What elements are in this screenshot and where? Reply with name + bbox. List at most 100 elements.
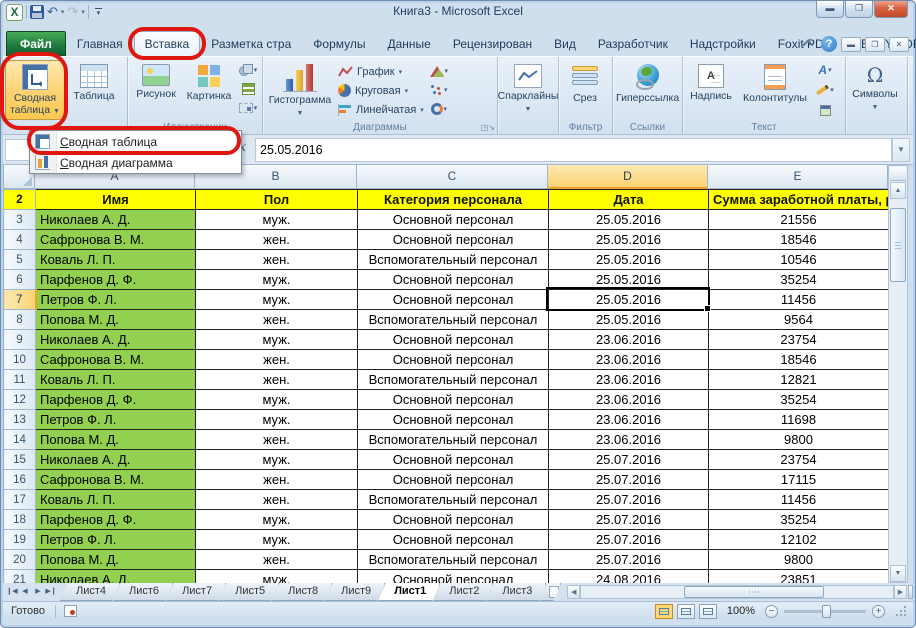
grid-cell[interactable]: муж. [196, 530, 358, 550]
grid-cell[interactable]: Основной персонал [358, 570, 549, 584]
zoom-level[interactable]: 100% [721, 605, 761, 617]
signature-line-button[interactable]: ▾ [813, 81, 837, 99]
grid-cell[interactable]: муж. [196, 510, 358, 530]
workbook-restore-button[interactable]: ❐ [865, 37, 885, 52]
grid-cell[interactable]: Сафронова В. М. [36, 350, 196, 370]
grid-cell[interactable]: муж. [196, 410, 358, 430]
picture-button[interactable]: Рисунок [130, 60, 182, 120]
histogram-button[interactable]: Гистограмма▼ [265, 60, 335, 120]
grid-cell[interactable]: Попова М. Д. [36, 430, 196, 450]
scroll-up-icon[interactable]: ▲ [890, 182, 906, 199]
sheet-tab-Лист3[interactable]: Лист3 [486, 583, 546, 601]
row-header-2[interactable]: 2 [4, 190, 36, 210]
grid-cell[interactable]: 25.07.2016 [549, 470, 709, 490]
grid-cell[interactable]: жен. [196, 370, 358, 390]
sheet-tab-Лист7[interactable]: Лист7 [166, 583, 226, 601]
grid-cell[interactable]: Вспомогательный персонал [358, 370, 549, 390]
row-header-10[interactable]: 10 [4, 350, 36, 370]
scatter-chart-button[interactable]: ▾ [427, 81, 451, 99]
grid-cell[interactable]: Петров Ф. Л. [36, 530, 196, 550]
grid-cell[interactable]: 23754 [709, 330, 889, 350]
sheet-tab-Лист6[interactable]: Лист6 [113, 583, 173, 601]
grid-cell[interactable]: Вспомогательный персонал [358, 550, 549, 570]
menu-item-pivot-table[interactable]: Сводная таблица [30, 131, 241, 152]
prev-sheet-icon[interactable]: ◀ [19, 585, 31, 599]
grid-cell[interactable]: Основной персонал [358, 230, 549, 250]
grid-cell[interactable]: Парфенов Д. Ф. [36, 390, 196, 410]
grid-cell[interactable]: Основной персонал [358, 530, 549, 550]
grid-cell[interactable]: 25.05.2016 [549, 250, 709, 270]
row-header-8[interactable]: 8 [4, 310, 36, 330]
tab-splitter-handle[interactable] [908, 585, 913, 599]
last-sheet-icon[interactable]: ▶❙ [45, 585, 57, 599]
horizontal-scroll-thumb[interactable] [684, 586, 824, 598]
grid-cell[interactable]: 25.07.2016 [549, 550, 709, 570]
row-header-4[interactable]: 4 [4, 230, 36, 250]
grid-cell[interactable]: 35254 [709, 390, 889, 410]
grid-cell[interactable]: Сафронова В. М. [36, 470, 196, 490]
grid-cell[interactable]: Основной персонал [358, 410, 549, 430]
scroll-left-icon[interactable]: ◀ [567, 585, 580, 599]
grid-cell[interactable]: Основной персонал [358, 330, 549, 350]
vertical-scroll-thumb[interactable] [890, 208, 906, 282]
grid-cell[interactable]: 9800 [709, 550, 889, 570]
vertical-scrollbar[interactable]: ▲ ▼ [888, 165, 908, 583]
grid-cell[interactable]: жен. [196, 470, 358, 490]
grid-cell[interactable]: 11456 [709, 490, 889, 510]
grid-cell[interactable]: 25.07.2016 [549, 450, 709, 470]
sheet-tab-Лист8[interactable]: Лист8 [272, 583, 332, 601]
grid-cell[interactable]: Парфенов Д. Ф. [36, 510, 196, 530]
grid-cell[interactable]: 23851 [709, 570, 889, 584]
hyperlink-button[interactable]: Гиперссылка [615, 60, 680, 120]
grid-cell[interactable]: 11698 [709, 410, 889, 430]
row-header-21[interactable]: 21 [4, 570, 36, 584]
shapes-button[interactable]: ▾ [236, 61, 260, 79]
close-button[interactable]: ✕ [874, 1, 908, 18]
smartart-button[interactable] [236, 80, 260, 98]
formula-input[interactable]: 25.05.2016 [255, 138, 892, 162]
grid-cell[interactable]: муж. [196, 330, 358, 350]
grid-cell[interactable]: 10546 [709, 250, 889, 270]
slicer-button[interactable]: Срез [561, 60, 609, 120]
grid-cell[interactable]: Основной персонал [358, 510, 549, 530]
row-header-9[interactable]: 9 [4, 330, 36, 350]
grid-cell[interactable]: Парфенов Д. Ф. [36, 270, 196, 290]
grid-cell[interactable]: 25.05.2016 [549, 230, 709, 250]
grid-cell[interactable]: Сумма заработной платы, р [709, 190, 889, 210]
grid-cell[interactable]: Попова М. Д. [36, 310, 196, 330]
object-button[interactable] [813, 101, 837, 119]
area-chart-button[interactable]: ▾ [427, 62, 451, 80]
sheet-tab-Лист1[interactable]: Лист1 [378, 583, 440, 601]
grid-cell[interactable]: 25.05.2016 [549, 210, 709, 230]
sheet-tab-Лист9[interactable]: Лист9 [325, 583, 385, 601]
bar-chart-button[interactable]: Линейчатая▾ [335, 101, 427, 120]
zoom-slider[interactable] [784, 610, 866, 613]
row-header-5[interactable]: 5 [4, 250, 36, 270]
row-header-18[interactable]: 18 [4, 510, 36, 530]
grid-cell[interactable]: Имя [36, 190, 196, 210]
sheet-tab-Лист5[interactable]: Лист5 [219, 583, 279, 601]
grid-cell[interactable]: Пол [196, 190, 358, 210]
macro-record-icon[interactable] [64, 605, 77, 617]
grid-cell[interactable]: муж. [196, 390, 358, 410]
grid-cell[interactable]: 25.07.2016 [549, 530, 709, 550]
grid-cell[interactable]: 25.05.2016 [549, 290, 709, 310]
wordart-button[interactable]: A▾ [813, 61, 837, 79]
restore-button[interactable]: ❐ [845, 1, 873, 18]
row-header-3[interactable]: 3 [4, 210, 36, 230]
help-icon[interactable]: ? [821, 36, 837, 52]
grid-cell[interactable]: Категория персонала [358, 190, 549, 210]
grid-cell[interactable]: 35254 [709, 270, 889, 290]
ribbon-tab-data[interactable]: Данные [376, 31, 441, 56]
grid-cell[interactable]: 18546 [709, 230, 889, 250]
ribbon-tab-view[interactable]: Вид [543, 31, 587, 56]
grid-cell[interactable]: Вспомогательный персонал [358, 250, 549, 270]
grid-cell[interactable]: 11456 [709, 290, 889, 310]
grid-cell[interactable]: Основной персонал [358, 350, 549, 370]
first-sheet-icon[interactable]: ❙◀ [6, 585, 18, 599]
grid-cell[interactable]: Основной персонал [358, 210, 549, 230]
grid-cell[interactable]: жен. [196, 490, 358, 510]
grid-cell[interactable]: 25.07.2016 [549, 510, 709, 530]
page-break-view-button[interactable] [699, 604, 717, 619]
row-header-6[interactable]: 6 [4, 270, 36, 290]
